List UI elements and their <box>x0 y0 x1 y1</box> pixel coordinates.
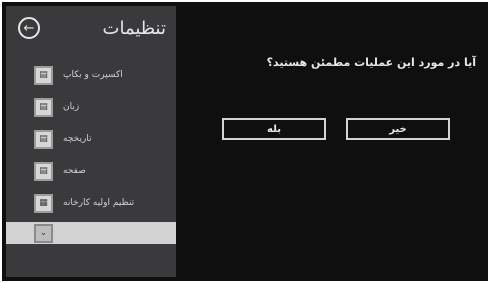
sidebar-item-active[interactable]: ⌄ <box>6 222 176 244</box>
confirm-dialog: آیا در مورد این عملیات مطمئن هستید؟ بله … <box>186 56 476 176</box>
download-icon: ⌄ <box>34 223 53 243</box>
device-screen: ← تنظیمات ▤ اکسپرت و بکاپ ▤ زبان ▤ تاریخ… <box>2 2 488 281</box>
factory-reset-icon: ▦ <box>34 193 53 213</box>
settings-sidebar: ← تنظیمات ▤ اکسپرت و بکاپ ▤ زبان ▤ تاریخ… <box>6 6 176 277</box>
language-icon: ▤ <box>34 97 53 117</box>
sidebar-item-label: تاریخچه <box>63 134 92 144</box>
sidebar-item-label: اکسپرت و بکاپ <box>63 70 123 80</box>
back-arrow-icon[interactable]: ← <box>18 17 40 39</box>
sidebar-item-display[interactable]: ▤ صفحه <box>6 156 176 186</box>
no-button[interactable]: خیر <box>346 118 450 140</box>
dialog-question: آیا در مورد این عملیات مطمئن هستید؟ <box>266 56 476 69</box>
sidebar-title: تنظیمات <box>102 17 166 39</box>
settings-menu: ▤ اکسپرت و بکاپ ▤ زبان ▤ تاریخچه ▤ صفحه … <box>6 60 176 246</box>
sidebar-item-label: زبان <box>63 102 80 112</box>
sidebar-item-factory-reset[interactable]: ▦ تنظیم اولیه کارخانه <box>6 188 176 218</box>
sidebar-item-export-backup[interactable]: ▤ اکسپرت و بکاپ <box>6 60 176 90</box>
sidebar-item-language[interactable]: ▤ زبان <box>6 92 176 122</box>
sidebar-header: ← تنظیمات <box>6 6 176 50</box>
yes-button[interactable]: بله <box>222 118 326 140</box>
sidebar-item-label: صفحه <box>63 166 86 176</box>
backup-icon: ▤ <box>34 65 53 85</box>
history-icon: ▤ <box>34 129 53 149</box>
sidebar-item-label: تنظیم اولیه کارخانه <box>63 198 135 208</box>
sidebar-item-history[interactable]: ▤ تاریخچه <box>6 124 176 154</box>
display-icon: ▤ <box>34 161 53 181</box>
